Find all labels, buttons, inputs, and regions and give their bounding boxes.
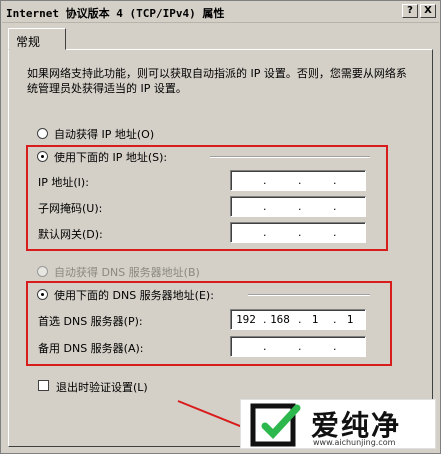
dns-highlight-box xyxy=(26,281,392,366)
validate-checkbox[interactable] xyxy=(38,380,49,391)
auto-ip-label: 自动获得 IP 地址(O) xyxy=(54,128,155,141)
help-button[interactable]: ? xyxy=(402,4,418,18)
description-text: 如果网络支持此功能，则可以获取自动指派的 IP 设置。否则，您需要从网络系统管理… xyxy=(27,67,407,95)
auto-ip-radio[interactable] xyxy=(37,128,48,139)
watermark-logo: 爱纯净 www.aichunjing.com xyxy=(240,399,436,449)
brand-url: www.aichunjing.com xyxy=(313,438,396,447)
validate-checkbox-label: 退出时验证设置(L) xyxy=(56,381,148,394)
ip-highlight-box xyxy=(26,145,388,251)
tab-general-label: 常规 xyxy=(16,35,41,49)
auto-dns-label: 自动获得 DNS 服务器地址(B) xyxy=(54,266,200,279)
dialog-title: Internet 协议版本 4 (TCP/IPv4) 属性 xyxy=(6,7,225,20)
brand-logo-icon xyxy=(250,403,301,447)
tab-general[interactable]: 常规 xyxy=(8,28,66,50)
close-button[interactable]: X xyxy=(420,4,436,18)
title-bar: Internet 协议版本 4 (TCP/IPv4) 属性 ? X xyxy=(2,2,439,23)
auto-dns-radio[interactable] xyxy=(37,266,48,277)
